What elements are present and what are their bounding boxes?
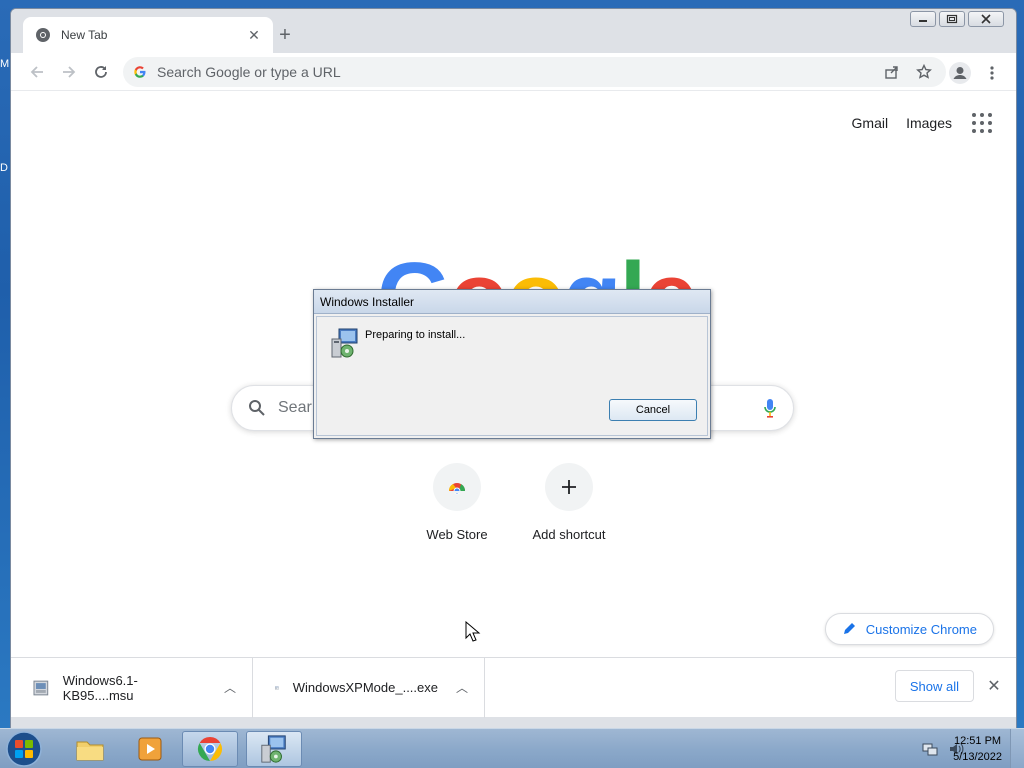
images-link[interactable]: Images (906, 115, 952, 131)
chevron-up-icon[interactable]: ︿ (224, 679, 236, 696)
window-controls (910, 11, 1004, 27)
close-window-button[interactable] (968, 11, 1004, 27)
tab-title: New Tab (61, 28, 108, 42)
forward-arrow-icon (63, 65, 76, 78)
download-item[interactable]: Windows6.1-KB95....msu ︿ (11, 657, 253, 718)
share-icon (885, 66, 898, 79)
profile-button[interactable] (944, 57, 976, 89)
reload-button[interactable] (85, 56, 117, 88)
back-arrow-icon (30, 65, 43, 78)
bookmark-star-button[interactable] (912, 60, 936, 84)
taskbar-explorer[interactable] (62, 731, 118, 767)
clock[interactable]: 12:51 PM 5/13/2022 (953, 733, 1002, 765)
back-button[interactable] (21, 56, 53, 88)
dialog-message: Preparing to install... (365, 329, 466, 341)
shortcut-add[interactable]: Add shortcut (513, 463, 625, 542)
show-all-downloads-button[interactable]: Show all (894, 670, 974, 702)
start-button[interactable] (4, 730, 44, 768)
kebab-menu-icon (990, 66, 994, 80)
google-apps-icon[interactable] (970, 111, 994, 135)
shortcut-icon-bg (545, 463, 593, 511)
browser-toolbar: Search Google or type a URL (11, 53, 1016, 91)
shortcut-icon-bg (433, 463, 481, 511)
share-button[interactable] (880, 60, 904, 84)
installer-icon (331, 328, 358, 358)
customize-chrome-button[interactable]: Customize Chrome (824, 613, 994, 645)
shortcut-label: Add shortcut (532, 527, 606, 542)
omnibox-placeholder: Search Google or type a URL (157, 64, 341, 80)
chrome-favicon-icon (36, 28, 50, 42)
download-filename: Windows6.1-KB95....msu (62, 672, 138, 703)
taskbar: 12:51 PM 5/13/2022 (0, 728, 1024, 768)
minimize-icon (919, 20, 927, 22)
tab-close-icon[interactable]: ✕ (245, 26, 263, 44)
shortcut-web-store[interactable]: Web Store (401, 463, 513, 542)
microphone-icon[interactable] (763, 398, 777, 418)
chrome-menu-button[interactable] (976, 57, 1008, 89)
close-icon (981, 14, 991, 24)
taskbar-chrome[interactable] (182, 731, 238, 767)
show-desktop-button[interactable] (1010, 729, 1024, 768)
minimize-button[interactable] (910, 11, 936, 27)
chrome-icon (197, 737, 223, 761)
downloads-bar: Windows6.1-KB95....msu ︿ WindowsXPMode_.… (11, 657, 1016, 718)
exe-file-icon (275, 685, 279, 690)
msu-file-icon (33, 680, 49, 695)
plus-icon (562, 480, 576, 494)
network-icon[interactable] (922, 741, 938, 757)
download-item[interactable]: WindowsXPMode_....exe ︿ (253, 657, 485, 718)
tab-strip: New Tab ✕ + (11, 9, 1016, 53)
clock-date: 5/13/2022 (953, 751, 1002, 763)
taskbar-installer[interactable] (246, 731, 302, 767)
restore-icon (946, 14, 958, 24)
cancel-button[interactable]: Cancel (609, 399, 697, 421)
taskbar-media-player[interactable] (122, 731, 178, 767)
google-g-icon (134, 66, 146, 78)
webstore-icon (448, 483, 466, 495)
clock-time: 12:51 PM (953, 735, 1002, 747)
profile-avatar-icon (949, 62, 971, 84)
dialog-title: Windows Installer (314, 290, 710, 314)
customize-label: Customize Chrome (865, 621, 977, 637)
download-filename: WindowsXPMode_....exe (292, 680, 438, 695)
shortcut-label: Web Store (426, 527, 488, 542)
search-icon (249, 400, 265, 416)
reload-icon (95, 65, 107, 78)
media-player-icon (138, 737, 162, 761)
chevron-up-icon[interactable]: ︿ (456, 679, 468, 696)
omnibox[interactable]: Search Google or type a URL (123, 57, 946, 87)
forward-button[interactable] (53, 56, 85, 88)
new-tab-button[interactable]: + (273, 23, 297, 47)
folder-icon (76, 741, 104, 761)
star-icon (916, 64, 932, 79)
mouse-cursor-icon (465, 621, 481, 642)
tab-new-tab[interactable]: New Tab ✕ (23, 17, 273, 53)
windows-installer-dialog: Windows Installer Preparing to install..… (313, 289, 711, 439)
restore-button[interactable] (939, 11, 965, 27)
gmail-link[interactable]: Gmail (852, 115, 889, 131)
close-downloads-bar-icon[interactable]: ✕ (984, 676, 1004, 696)
pencil-icon (843, 623, 855, 634)
installer-icon (261, 735, 286, 763)
